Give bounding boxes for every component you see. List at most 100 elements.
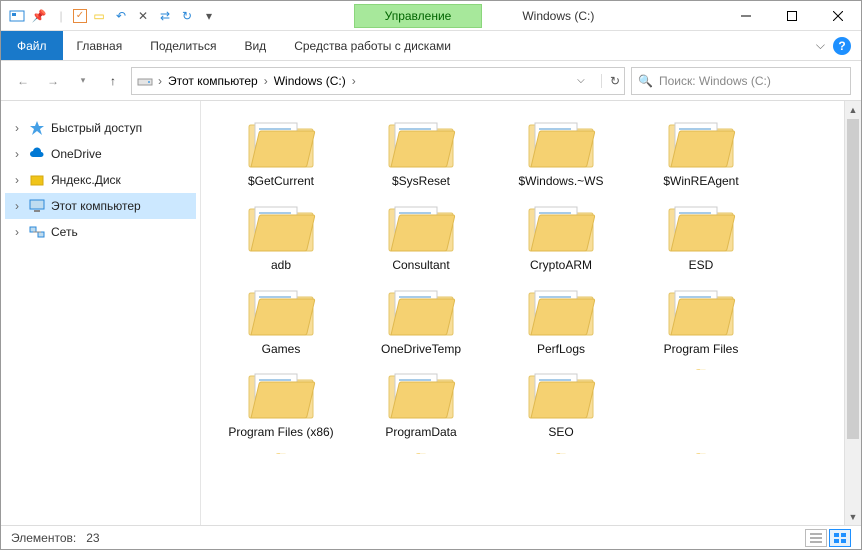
folder-item[interactable]: Consultant bbox=[351, 195, 491, 279]
breadcrumb-segment[interactable]: Windows (C:) bbox=[272, 74, 348, 88]
expand-icon[interactable]: › bbox=[11, 199, 23, 213]
chevron-right-icon[interactable]: › bbox=[158, 74, 162, 88]
pin-icon[interactable]: 📌 bbox=[29, 6, 49, 26]
chevron-right-icon[interactable]: › bbox=[352, 74, 356, 88]
folder-item[interactable]: $WinREAgent bbox=[631, 111, 771, 195]
ribbon-expand-icon[interactable]: ⌵ bbox=[816, 38, 825, 53]
search-placeholder: Поиск: Windows (C:) bbox=[659, 74, 771, 88]
navigation-tree: › Быстрый доступ› OneDrive› Яндекс.Диск›… bbox=[1, 101, 201, 525]
folder-item[interactable]: PerfLogs bbox=[491, 279, 631, 363]
qat-dropdown-icon[interactable]: ▾ bbox=[199, 6, 219, 26]
window-controls bbox=[723, 1, 861, 31]
folder-item[interactable]: Program Files (x86) bbox=[211, 362, 351, 446]
qat-icon[interactable] bbox=[7, 6, 27, 26]
drive-icon bbox=[136, 72, 154, 90]
folder-item[interactable] bbox=[351, 446, 491, 466]
history-dropdown-icon[interactable]: ▾ bbox=[71, 69, 95, 93]
undo-icon[interactable]: ↶ bbox=[111, 6, 131, 26]
folder-label: Games bbox=[262, 343, 301, 357]
folder-view[interactable]: $GetCurrent $SysReset $Windows.~WS $WinR… bbox=[201, 101, 844, 525]
file-tab[interactable]: Файл bbox=[1, 31, 63, 60]
ribbon-tabs: Файл Главная Поделиться Вид Средства раб… bbox=[1, 31, 861, 61]
folder-item[interactable]: SEO bbox=[491, 362, 631, 446]
folder-item[interactable]: OneDriveTemp bbox=[351, 279, 491, 363]
redo-icon[interactable]: ↻ bbox=[177, 6, 197, 26]
help-icon[interactable]: ? bbox=[833, 37, 851, 55]
folder-label: PerfLogs bbox=[537, 343, 585, 357]
status-elements-label: Элементов: bbox=[11, 531, 76, 545]
refresh-button[interactable]: ↻ bbox=[601, 74, 620, 88]
breadcrumb-segment[interactable]: Этот компьютер bbox=[166, 74, 260, 88]
view-details-button[interactable] bbox=[805, 529, 827, 547]
tree-item[interactable]: › Яндекс.Диск bbox=[5, 167, 196, 193]
folder-label: Consultant bbox=[392, 259, 449, 273]
tree-item-label: OneDrive bbox=[51, 147, 102, 161]
ribbon-tab-home[interactable]: Главная bbox=[63, 31, 137, 60]
scrollbar-thumb[interactable] bbox=[847, 119, 859, 439]
search-box[interactable]: 🔍 Поиск: Windows (C:) bbox=[631, 67, 851, 95]
rename-icon[interactable]: ⇄ bbox=[155, 6, 175, 26]
minimize-button[interactable] bbox=[723, 1, 769, 31]
expand-icon[interactable]: › bbox=[11, 225, 23, 239]
folder-item[interactable] bbox=[491, 446, 631, 466]
title-bar: 📌 | ✓ ▭ ↶ ✕ ⇄ ↻ ▾ Управление Windows (C:… bbox=[1, 1, 861, 31]
ribbon-tab-drivetools[interactable]: Средства работы с дисками bbox=[280, 31, 465, 60]
tree-item[interactable]: › Быстрый доступ bbox=[5, 115, 196, 141]
folder-item[interactable]: Games bbox=[211, 279, 351, 363]
monitor-icon bbox=[29, 198, 45, 214]
delete-icon[interactable]: ✕ bbox=[133, 6, 153, 26]
search-icon: 🔍 bbox=[638, 74, 653, 88]
expand-icon[interactable]: › bbox=[11, 121, 23, 135]
folder-label: Program Files bbox=[664, 343, 739, 357]
expand-icon[interactable]: › bbox=[11, 147, 23, 161]
folder-item[interactable]: $SysReset bbox=[351, 111, 491, 195]
folder-item[interactable]: CryptoARM bbox=[491, 195, 631, 279]
scroll-down-icon[interactable]: ▼ bbox=[845, 508, 861, 525]
folder-item[interactable]: Program Files bbox=[631, 279, 771, 363]
star-icon bbox=[29, 120, 45, 136]
ribbon-tab-share[interactable]: Поделиться bbox=[136, 31, 230, 60]
scroll-up-icon[interactable]: ▲ bbox=[845, 101, 861, 118]
open-icon[interactable]: ▭ bbox=[89, 6, 109, 26]
quick-access-toolbar: 📌 | ✓ ▭ ↶ ✕ ⇄ ↻ ▾ bbox=[1, 6, 225, 26]
back-button[interactable]: ← bbox=[11, 69, 35, 93]
cloud-icon bbox=[29, 146, 45, 162]
up-button[interactable]: ↑ bbox=[101, 69, 125, 93]
folder-item[interactable]: ESD bbox=[631, 195, 771, 279]
maximize-button[interactable] bbox=[769, 1, 815, 31]
folder-label: OneDriveTemp bbox=[381, 343, 461, 357]
address-bar[interactable]: › Этот компьютер › Windows (C:) › ⌵ ↻ bbox=[131, 67, 625, 95]
ydisk-icon bbox=[29, 172, 45, 188]
folder-label: SEO bbox=[548, 426, 573, 440]
contextual-tab-manage[interactable]: Управление bbox=[354, 4, 483, 28]
close-button[interactable] bbox=[815, 1, 861, 31]
ribbon-tab-view[interactable]: Вид bbox=[230, 31, 280, 60]
view-icons-button[interactable] bbox=[829, 529, 851, 547]
folder-item[interactable]: $Windows.~WS bbox=[491, 111, 631, 195]
folder-label: $GetCurrent bbox=[248, 175, 314, 189]
tree-item-label: Сеть bbox=[51, 225, 78, 239]
folder-item[interactable]: adb bbox=[211, 195, 351, 279]
forward-button[interactable]: → bbox=[41, 69, 65, 93]
folder-label: $SysReset bbox=[392, 175, 450, 189]
folder-item[interactable] bbox=[631, 446, 771, 466]
status-elements-count: 23 bbox=[86, 531, 99, 545]
tree-item-label: Этот компьютер bbox=[51, 199, 141, 213]
network-icon bbox=[29, 224, 45, 240]
tree-item[interactable]: › Этот компьютер bbox=[5, 193, 196, 219]
folder-label: CryptoARM bbox=[530, 259, 592, 273]
folder-item[interactable]: $GetCurrent bbox=[211, 111, 351, 195]
folder-item[interactable] bbox=[631, 362, 771, 382]
check-icon[interactable]: ✓ bbox=[73, 9, 87, 23]
tree-item[interactable]: › OneDrive bbox=[5, 141, 196, 167]
tree-item[interactable]: › Сеть bbox=[5, 219, 196, 245]
address-dropdown-icon[interactable]: ⌵ bbox=[569, 75, 593, 86]
chevron-right-icon[interactable]: › bbox=[264, 74, 268, 88]
vertical-scrollbar[interactable]: ▲ ▼ bbox=[844, 101, 861, 525]
expand-icon[interactable]: › bbox=[11, 173, 23, 187]
folder-item[interactable] bbox=[211, 446, 351, 466]
folder-item[interactable]: ProgramData bbox=[351, 362, 491, 446]
tree-item-label: Яндекс.Диск bbox=[51, 173, 121, 187]
folder-label: ProgramData bbox=[385, 426, 456, 440]
navigation-bar: ← → ▾ ↑ › Этот компьютер › Windows (C:) … bbox=[1, 61, 861, 101]
